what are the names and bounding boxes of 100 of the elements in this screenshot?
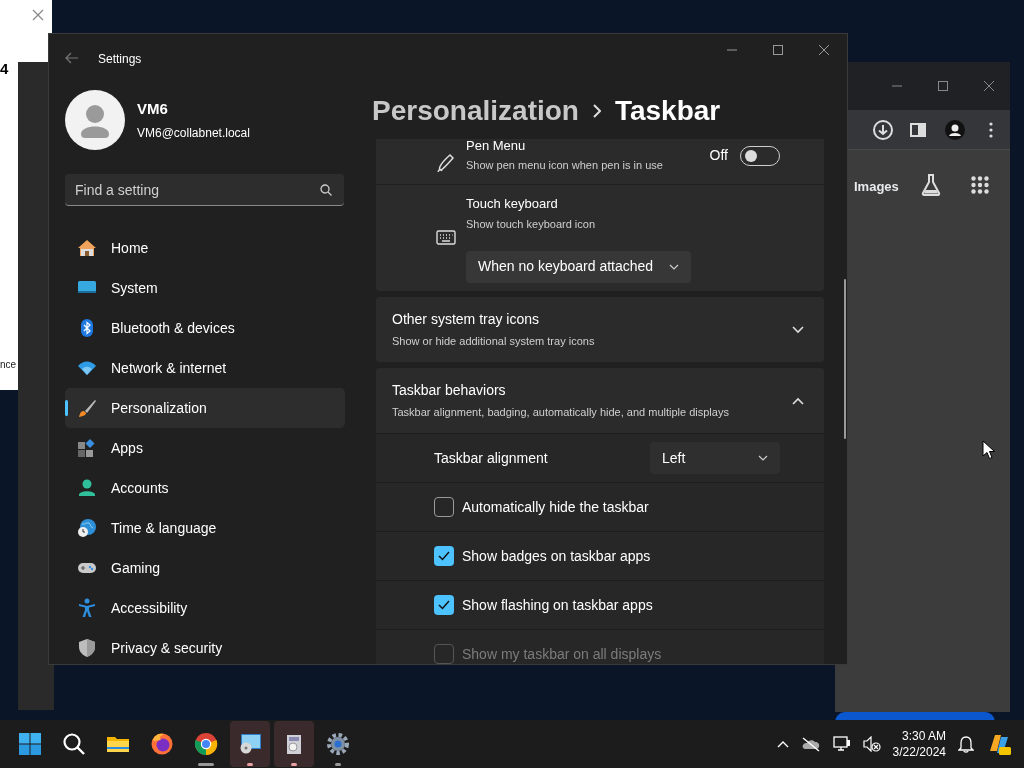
nav-item[interactable]: Apps	[65, 428, 345, 468]
apps-icon	[77, 438, 97, 458]
nav-item[interactable]: Network & internet	[65, 348, 345, 388]
running-indicator	[335, 763, 341, 766]
taskbar-app-button[interactable]	[274, 721, 314, 767]
checkbox[interactable]	[434, 546, 454, 566]
toggle-state-label: Off	[709, 146, 728, 165]
nav-label: Network & internet	[111, 358, 227, 378]
search-field[interactable]: Find a setting	[65, 174, 344, 206]
nav-label: Privacy & security	[111, 638, 223, 658]
chevron-right-icon	[592, 103, 601, 118]
clock-time: 3:30 AM	[901, 728, 946, 744]
taskbar-app-button[interactable]	[230, 721, 270, 767]
nav-label: Personalization	[111, 398, 207, 418]
keyboard-icon	[436, 228, 456, 248]
globe-clock-icon	[77, 518, 97, 538]
images-link[interactable]: Images	[854, 177, 899, 197]
setting-title: Other system tray icons	[392, 310, 541, 330]
nav-item[interactable]: Home	[65, 228, 345, 268]
nav-item[interactable]: Gaming	[65, 548, 345, 588]
clock[interactable]: 3:30 AM 3/22/2024	[892, 728, 946, 760]
pen-icon	[436, 151, 456, 172]
nav-item[interactable]: Personalization	[65, 388, 345, 428]
chevron-up-icon	[792, 396, 804, 405]
bell-icon[interactable]	[958, 735, 974, 753]
checkbox[interactable]	[434, 497, 454, 517]
nav-label: Time & language	[111, 518, 217, 538]
chevron-down-icon	[669, 263, 679, 270]
back-button[interactable]	[63, 50, 81, 66]
checkbox[interactable]	[434, 595, 454, 615]
nav-label: Accessibility	[111, 598, 188, 618]
nav-label: Bluetooth & devices	[111, 318, 235, 338]
nav-item[interactable]: Privacy & security	[65, 628, 345, 664]
close-icon	[32, 9, 44, 21]
fox-globe-icon	[150, 732, 174, 756]
chevron-down-icon	[758, 455, 768, 461]
chevron-down-icon	[792, 325, 804, 334]
chevron-up-icon[interactable]	[776, 740, 789, 748]
dropdown[interactable]: Left	[650, 442, 780, 474]
cloud-off-icon[interactable]	[800, 736, 821, 752]
checkmark-icon	[438, 551, 450, 561]
selection-indicator	[65, 400, 68, 416]
nav-label: Apps	[111, 438, 143, 458]
window-text: nce	[0, 358, 17, 371]
nav-item[interactable]: System	[65, 268, 345, 308]
breadcrumb-link[interactable]: Personalization	[372, 89, 579, 132]
side-panel-icon[interactable]	[910, 122, 926, 138]
avatar-icon	[65, 90, 125, 150]
checkbox-label: Show badges on taskbar apps	[462, 546, 651, 566]
expander-header[interactable]: Other system tray icons Show or hide additional system tray icons	[376, 297, 824, 362]
download-icon[interactable]	[872, 119, 894, 141]
checkbox-label: Show flashing on taskbar apps	[462, 595, 653, 615]
nav-item[interactable]: Accounts	[65, 468, 345, 508]
flask-icon[interactable]	[921, 174, 941, 196]
back-arrow-icon	[65, 52, 79, 64]
windows-logo-icon	[18, 732, 42, 756]
window-title: Settings	[98, 51, 142, 68]
window-text: 4	[0, 59, 9, 79]
search-icon	[320, 184, 332, 196]
nav-item[interactable]: Accessibility	[65, 588, 345, 628]
volume-muted-icon[interactable]	[862, 736, 881, 752]
nav-item[interactable]: Bluetooth & devices	[65, 308, 345, 348]
monitor-disc-icon	[238, 732, 262, 756]
person-icon	[77, 478, 97, 498]
cursor-icon	[982, 440, 996, 460]
running-indicator	[198, 763, 214, 766]
page-title: Taskbar	[614, 93, 721, 128]
accessibility-icon	[77, 598, 97, 618]
setting-title: Touch keyboard	[466, 194, 559, 213]
nav-item[interactable]: Time & language	[65, 508, 345, 548]
close-icon	[984, 81, 994, 91]
nav-label: Gaming	[111, 558, 161, 578]
shield-icon	[77, 638, 97, 658]
maximize-icon	[938, 81, 948, 91]
running-indicator	[247, 763, 253, 766]
scrollbar-thumb[interactable]	[844, 279, 846, 439]
network-icon[interactable]	[832, 736, 851, 752]
setting-description: Show pen menu icon when pen is in use	[466, 158, 664, 173]
setting-description: Taskbar alignment, badging, automatically hide, and multiple displays	[392, 405, 730, 421]
more-icon[interactable]	[989, 122, 993, 138]
setting-title: Pen Menu	[466, 139, 527, 155]
apps-grid-icon[interactable]	[971, 176, 989, 194]
checkbox-label: Automatically hide the taskbar	[462, 497, 649, 517]
gear-icon	[326, 732, 350, 756]
paintbrush-icon	[77, 398, 97, 418]
user-name: VM6	[137, 99, 169, 120]
expander-header[interactable]: Taskbar behaviors Taskbar alignment, badging, automatically hide, and multiple displays	[376, 368, 824, 433]
dropdown[interactable]: When no keyboard attached	[466, 250, 691, 283]
clock-date: 3/22/2024	[892, 744, 946, 760]
setting-description: Show touch keyboard icon	[466, 217, 597, 232]
setting-title: Taskbar behaviors	[392, 381, 507, 401]
checkbox-label: Show my taskbar on all displays	[462, 644, 662, 664]
browser-circle-icon	[194, 732, 218, 756]
close-icon	[819, 45, 829, 55]
nav-label: System	[111, 278, 158, 298]
search-icon	[62, 732, 86, 756]
maximize-icon	[773, 45, 783, 55]
profile-icon[interactable]	[945, 120, 965, 140]
checkmark-icon	[438, 600, 450, 610]
running-indicator	[291, 763, 297, 766]
